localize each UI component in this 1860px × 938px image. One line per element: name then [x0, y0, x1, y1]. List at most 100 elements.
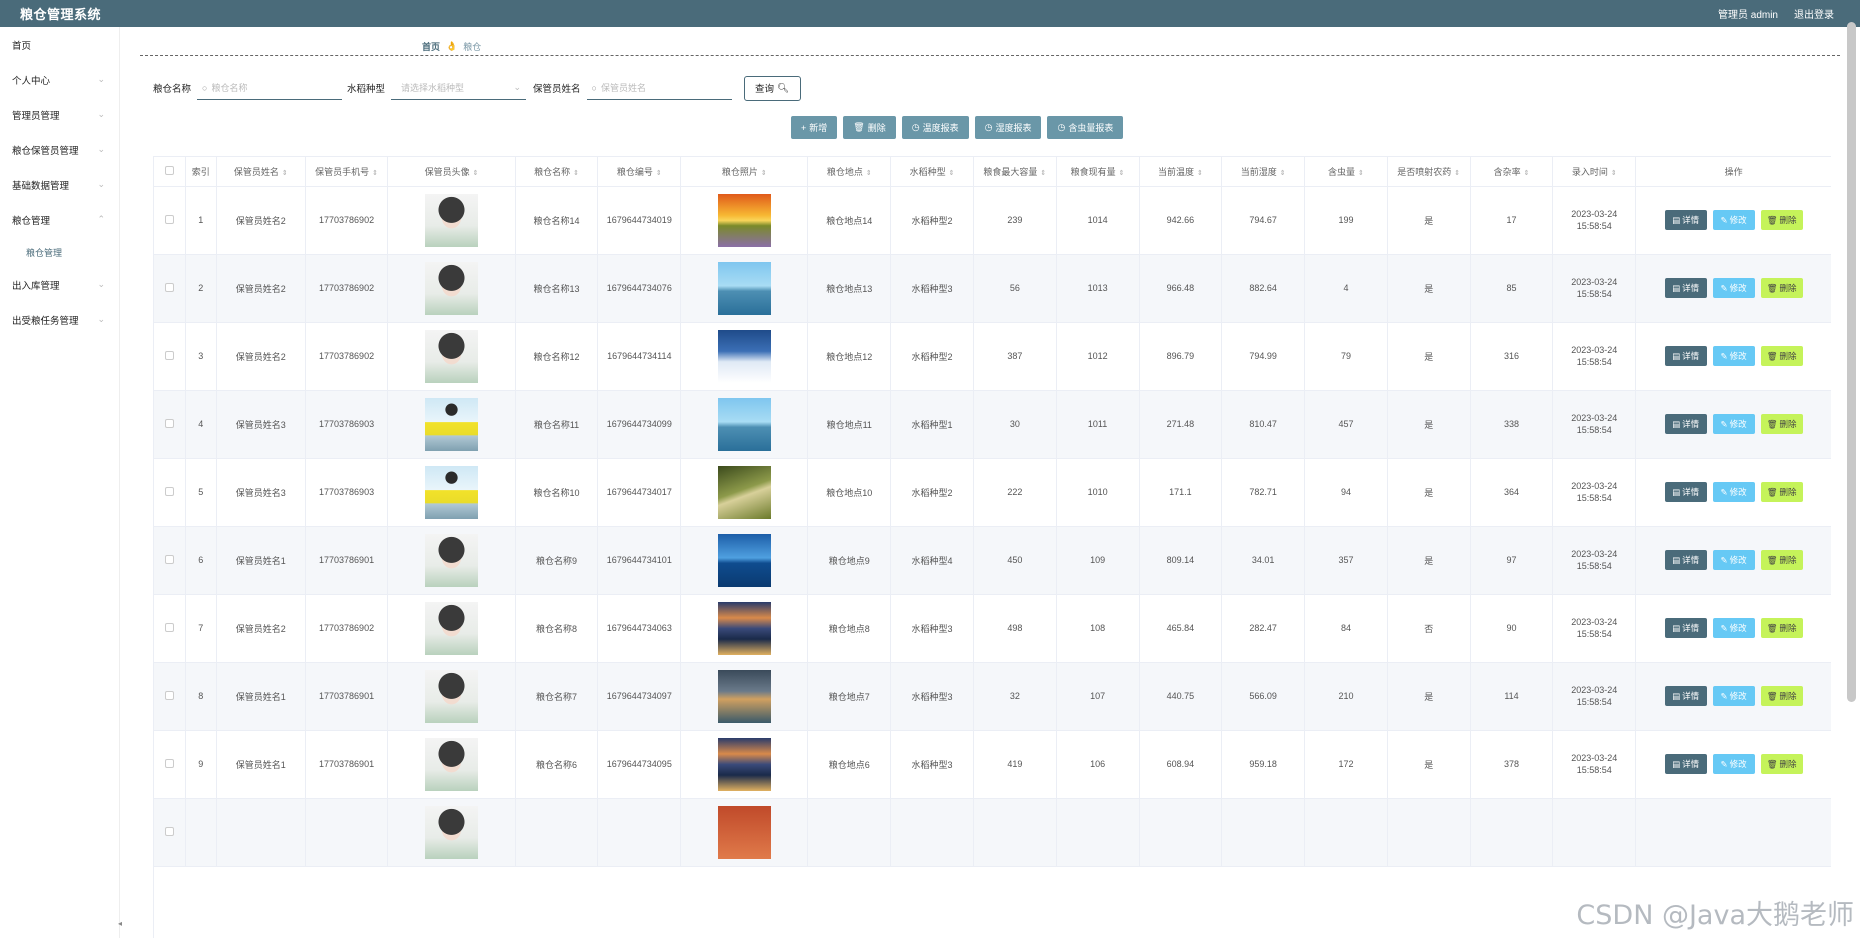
granary-photo[interactable] [717, 397, 771, 451]
keeper-avatar[interactable] [425, 805, 479, 859]
col-cur[interactable]: 粮食现有量 ⇕ [1056, 157, 1140, 187]
col-avatar[interactable]: 保管员头像 ⇕ [387, 157, 516, 187]
row-checkbox[interactable] [154, 730, 186, 799]
sidebar-subitem-granary[interactable]: 粮仓管理 [0, 237, 119, 267]
sidebar-item-inout[interactable]: 出入库管理 ⌄ [0, 267, 119, 302]
delete-button[interactable]: 🗑︎ 删除 [1760, 686, 1803, 706]
col-humid[interactable]: 当前湿度 ⇕ [1221, 157, 1306, 187]
keeper-avatar[interactable] [425, 193, 479, 247]
batch-delete-button[interactable]: 🗑︎ 删除 [843, 116, 896, 139]
detail-button[interactable]: ▤ 详情 [1664, 686, 1707, 706]
granary-photo[interactable] [717, 329, 771, 383]
breadcrumb-home[interactable]: 首页 [422, 40, 440, 53]
cell-impurity: 90 [1470, 594, 1554, 663]
add-button[interactable]: + 新增 [791, 116, 838, 139]
delete-button[interactable]: 🗑︎ 删除 [1760, 346, 1803, 366]
detail-button[interactable]: ▤ 详情 [1664, 346, 1707, 366]
insect-report-button[interactable]: ◷ 含虫量报表 [1047, 116, 1124, 139]
detail-button[interactable]: ▤ 详情 [1664, 278, 1707, 298]
row-checkbox[interactable] [154, 526, 186, 595]
detail-button[interactable]: ▤ 详情 [1664, 754, 1707, 774]
detail-button[interactable]: ▤ 详情 [1664, 550, 1707, 570]
granary-name-input[interactable]: ○ 粮仓名称 [197, 76, 343, 100]
col-phone[interactable]: 保管员手机号 ⇕ [305, 157, 389, 187]
cell-keeper: 保管员姓名3 [216, 458, 306, 527]
delete-button[interactable]: 🗑︎ 删除 [1760, 210, 1803, 230]
row-checkbox[interactable] [154, 254, 186, 323]
keeper-avatar[interactable] [425, 329, 479, 383]
col-type[interactable]: 水稻种型 ⇕ [890, 157, 974, 187]
delete-button[interactable]: 🗑︎ 删除 [1760, 550, 1803, 570]
col-bug[interactable]: 含虫量 ⇕ [1304, 157, 1388, 187]
col-name[interactable]: 粮仓名称 ⇕ [515, 157, 599, 187]
delete-button[interactable]: 🗑︎ 删除 [1760, 618, 1803, 638]
detail-button[interactable]: ▤ 详情 [1664, 210, 1707, 230]
keeper-name-input[interactable]: ○ 保管员姓名 [586, 76, 732, 100]
keeper-avatar[interactable] [425, 601, 479, 655]
query-button[interactable]: 查询 🔍︎ [743, 75, 801, 101]
select-all-checkbox[interactable] [154, 157, 186, 187]
granary-photo[interactable] [717, 737, 771, 791]
edit-button[interactable]: ✎ 修改 [1712, 414, 1755, 434]
humidity-report-button[interactable]: ◷ 湿度报表 [974, 116, 1042, 139]
col-photo[interactable]: 粮仓照片 ⇕ [680, 157, 809, 187]
granary-photo[interactable] [717, 193, 771, 247]
granary-photo[interactable] [717, 261, 771, 315]
col-impurity[interactable]: 含杂率 ⇕ [1470, 157, 1554, 187]
sidebar-item-home[interactable]: 首页 [0, 27, 119, 62]
keeper-avatar[interactable] [425, 737, 479, 791]
cell-spray: 是 [1387, 254, 1471, 323]
granary-photo[interactable] [717, 533, 771, 587]
delete-button[interactable]: 🗑︎ 删除 [1760, 278, 1803, 298]
keeper-avatar[interactable] [425, 465, 479, 519]
edit-button[interactable]: ✎ 修改 [1712, 618, 1755, 638]
edit-button[interactable]: ✎ 修改 [1712, 550, 1755, 570]
row-checkbox[interactable] [154, 798, 186, 867]
row-checkbox[interactable] [154, 594, 186, 663]
edit-button[interactable]: ✎ 修改 [1712, 686, 1755, 706]
edit-button[interactable]: ✎ 修改 [1712, 210, 1755, 230]
temperature-report-button[interactable]: ◷ 温度报表 [901, 116, 969, 139]
row-checkbox[interactable] [154, 662, 186, 731]
row-checkbox[interactable] [154, 390, 186, 459]
detail-button[interactable]: ▤ 详情 [1664, 482, 1707, 502]
delete-button[interactable]: 🗑︎ 删除 [1760, 482, 1803, 502]
detail-button[interactable]: ▤ 详情 [1664, 414, 1707, 434]
edit-button[interactable]: ✎ 修改 [1712, 754, 1755, 774]
edit-button[interactable]: ✎ 修改 [1712, 278, 1755, 298]
col-temp[interactable]: 当前温度 ⇕ [1139, 157, 1223, 187]
row-checkbox[interactable] [154, 186, 186, 255]
rice-type-select[interactable]: 请选择水稻种型 ⌄ [391, 76, 527, 100]
keeper-avatar[interactable] [425, 533, 479, 587]
sidebar-item-keeper[interactable]: 粮仓保管员管理 ⌄ [0, 132, 119, 167]
cell-max: 419 [973, 730, 1057, 799]
col-max[interactable]: 粮食最大容量 ⇕ [973, 157, 1057, 187]
vertical-scrollbar[interactable] [1847, 22, 1856, 702]
granary-photo[interactable] [717, 465, 771, 519]
sidebar-item-personal[interactable]: 个人中心 ⌄ [0, 62, 119, 97]
delete-button[interactable]: 🗑︎ 删除 [1760, 754, 1803, 774]
keeper-avatar[interactable] [425, 669, 479, 723]
keeper-avatar[interactable] [425, 261, 479, 315]
edit-button[interactable]: ✎ 修改 [1712, 346, 1755, 366]
sidebar-item-task[interactable]: 出受粮任务管理 ⌄ [0, 302, 119, 337]
row-checkbox[interactable] [154, 458, 186, 527]
sidebar-item-granary[interactable]: 粮仓管理 ⌃ [0, 202, 119, 237]
col-place[interactable]: 粮仓地点 ⇕ [807, 157, 892, 187]
granary-photo[interactable] [717, 669, 771, 723]
sidebar-item-admin[interactable]: 管理员管理 ⌄ [0, 97, 119, 132]
col-spray[interactable]: 是否喷射农药 ⇕ [1387, 157, 1471, 187]
logout-link[interactable]: 退出登录 [1794, 6, 1834, 21]
row-checkbox[interactable] [154, 322, 186, 391]
col-time[interactable]: 录入时间 ⇕ [1552, 157, 1637, 187]
delete-button[interactable]: 🗑︎ 删除 [1760, 414, 1803, 434]
granary-photo[interactable] [717, 805, 771, 859]
keeper-avatar[interactable] [425, 397, 479, 451]
granary-photo[interactable] [717, 601, 771, 655]
detail-button[interactable]: ▤ 详情 [1664, 618, 1707, 638]
collapse-arrow-icon[interactable]: ◂ [118, 919, 122, 928]
edit-button[interactable]: ✎ 修改 [1712, 482, 1755, 502]
col-keeper[interactable]: 保管员姓名 ⇕ [216, 157, 306, 187]
sidebar-item-basedata[interactable]: 基础数据管理 ⌄ [0, 167, 119, 202]
col-no[interactable]: 粮仓编号 ⇕ [597, 157, 682, 187]
